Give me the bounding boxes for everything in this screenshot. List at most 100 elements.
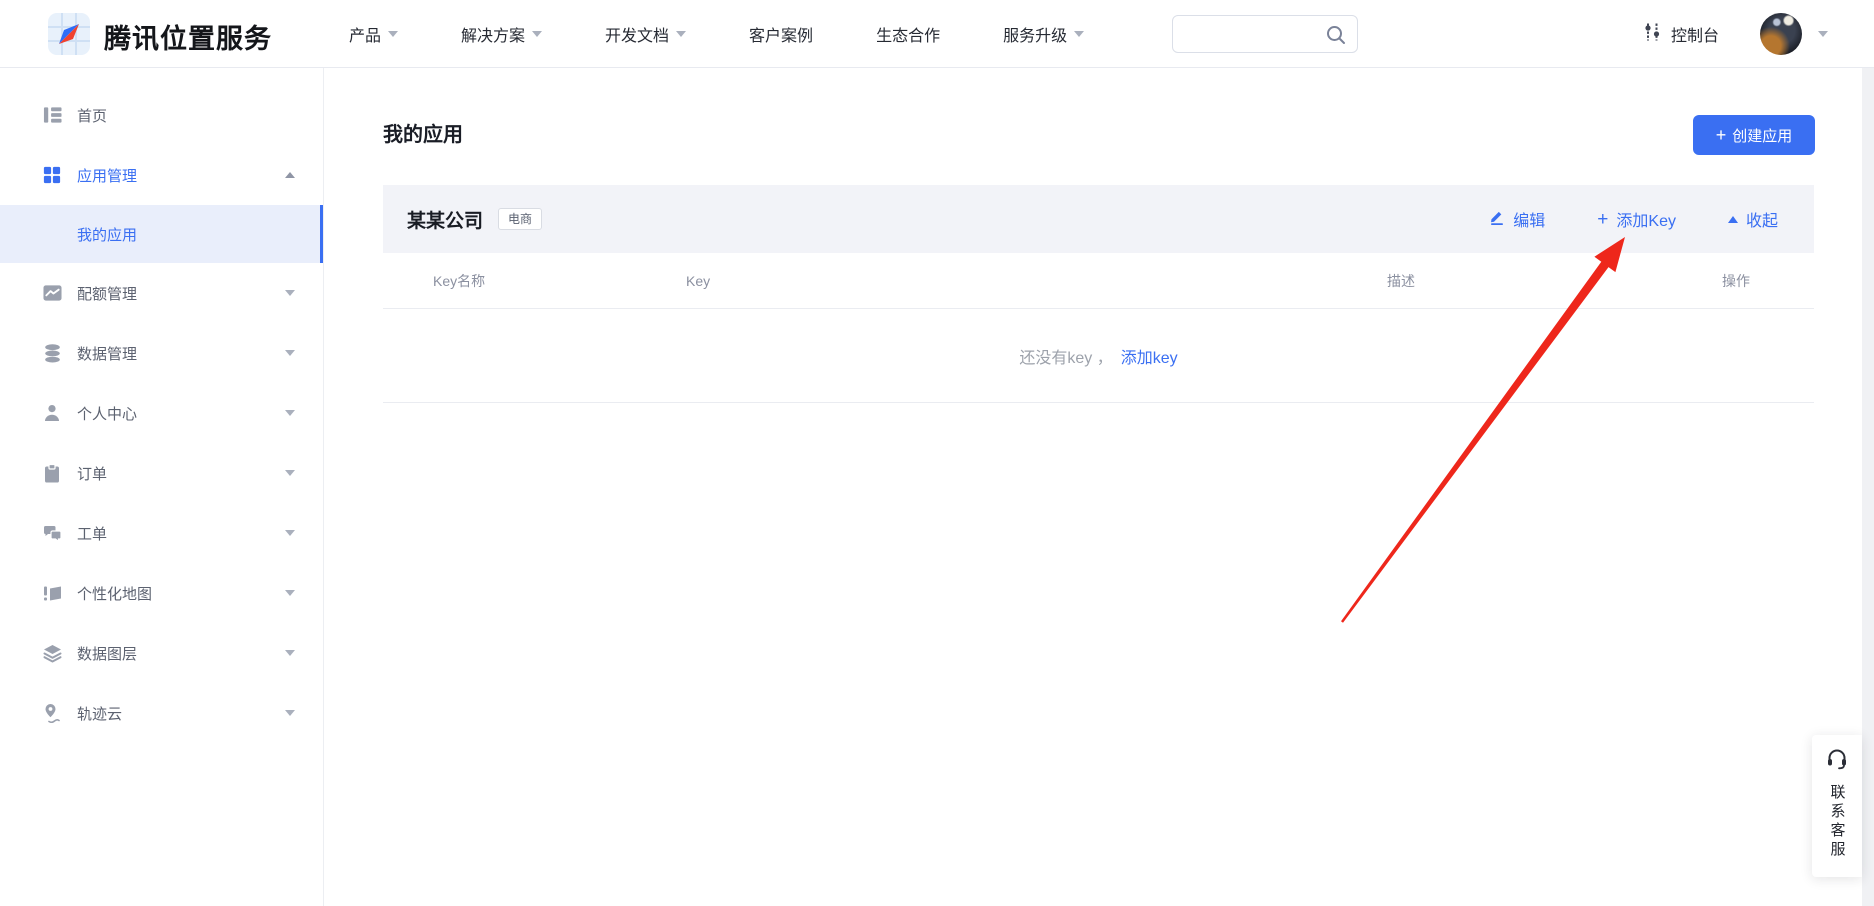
sliders-icon [1643, 22, 1662, 47]
top-navbar: 腾讯位置服务 产品 解决方案 开发文档 客户案例 生态合作 服务升级 [0, 0, 1874, 68]
active-indicator [320, 205, 323, 263]
headset-icon [1825, 747, 1849, 776]
main-content: 我的应用 + 创建应用 某某公司 电商 编辑 [324, 68, 1874, 906]
empty-state-text: 还没有key ， [1019, 344, 1112, 368]
empty-state-row: 还没有key ， 添加key [383, 309, 1814, 403]
contact-service-label: 联系客服 [1827, 784, 1848, 860]
chevron-down-icon[interactable] [285, 290, 295, 296]
chevron-down-icon[interactable] [285, 710, 295, 716]
user-avatar[interactable] [1760, 13, 1802, 55]
chevron-down-icon[interactable] [285, 590, 295, 596]
nav-item-cases[interactable]: 客户案例 [749, 22, 813, 46]
app-card-header: 某某公司 电商 编辑 + 添加Key [383, 185, 1814, 253]
sidebar-item-home[interactable]: 首页 [0, 85, 323, 145]
sidebar-item-data-layers[interactable]: 数据图层 [0, 623, 323, 683]
nav-item-label: 产品 [349, 22, 381, 46]
sidebar-item-data-management[interactable]: 数据管理 [0, 323, 323, 383]
nav-item-label: 服务升级 [1003, 22, 1067, 46]
chevron-down-icon[interactable] [285, 530, 295, 536]
sidebar-item-label: 个性化地图 [77, 583, 152, 604]
sidebar-item-quota[interactable]: 配额管理 [0, 263, 323, 323]
sidebar-item-label: 工单 [77, 523, 107, 544]
add-key-button[interactable]: + 添加Key [1597, 207, 1676, 231]
sidebar-item-label: 数据管理 [77, 343, 137, 364]
sidebar-item-label: 订单 [77, 463, 107, 484]
create-app-button[interactable]: + 创建应用 [1693, 115, 1815, 155]
brand-title[interactable]: 腾讯位置服务 [104, 17, 272, 56]
search-icon[interactable] [1325, 24, 1347, 51]
contact-service-widget[interactable]: 联系客服 [1812, 735, 1862, 877]
sidebar-item-label: 配额管理 [77, 283, 137, 304]
sidebar-item-tickets[interactable]: 工单 [0, 503, 323, 563]
app-card: 某某公司 电商 编辑 + 添加Key [383, 185, 1814, 403]
create-app-label: 创建应用 [1732, 125, 1792, 146]
nav-item-products[interactable]: 产品 [349, 22, 398, 46]
nav-item-service-upgrade[interactable]: 服务升级 [1003, 22, 1084, 46]
nav-menu: 产品 解决方案 开发文档 客户案例 生态合作 服务升级 [349, 0, 1084, 68]
chevron-down-icon [676, 31, 686, 37]
add-key-link[interactable]: 添加key [1121, 344, 1178, 368]
add-key-label: 添加Key [1616, 207, 1676, 231]
nav-item-label: 客户案例 [749, 22, 813, 46]
nav-item-ecosystem[interactable]: 生态合作 [876, 22, 940, 46]
personalized-map-icon [42, 583, 62, 603]
sidebar-item-orders[interactable]: 订单 [0, 443, 323, 503]
chevron-down-icon [532, 31, 542, 37]
nav-item-label: 开发文档 [605, 22, 669, 46]
edit-label: 编辑 [1513, 207, 1545, 231]
database-icon [42, 343, 62, 363]
chevron-down-icon [388, 31, 398, 37]
app-name: 某某公司 [407, 206, 483, 233]
location-pin-icon [42, 703, 62, 723]
chevron-up-icon[interactable] [285, 172, 295, 178]
sidebar: 首页 应用管理 我的应用 [0, 68, 324, 906]
sidebar-item-personal-center[interactable]: 个人中心 [0, 383, 323, 443]
sidebar-subitem-my-apps[interactable]: 我的应用 [0, 205, 323, 263]
plus-icon: + [1716, 126, 1727, 144]
sidebar-item-label: 应用管理 [77, 165, 137, 186]
sidebar-item-track-cloud[interactable]: 轨迹云 [0, 683, 323, 743]
chevron-down-icon[interactable] [285, 650, 295, 656]
chat-bubbles-icon [42, 523, 62, 543]
collapse-label: 收起 [1746, 207, 1778, 231]
sidebar-item-label: 数据图层 [77, 643, 137, 664]
sidebar-item-label: 个人中心 [77, 403, 137, 424]
column-key: Key [686, 253, 710, 309]
search-input[interactable] [1185, 17, 1325, 51]
brand-logo-icon[interactable] [48, 13, 90, 55]
pencil-icon [1489, 209, 1505, 230]
key-table-header: Key名称 Key 描述 操作 [383, 253, 1814, 309]
grid-icon [42, 165, 62, 185]
search-box [1172, 15, 1358, 53]
app-category-tag: 电商 [498, 208, 542, 230]
edit-button[interactable]: 编辑 [1489, 207, 1545, 231]
chevron-down-icon[interactable] [285, 350, 295, 356]
page-title: 我的应用 [383, 118, 463, 147]
nav-item-label: 生态合作 [876, 22, 940, 46]
plus-icon: + [1597, 210, 1608, 229]
avatar-chevron-down-icon[interactable] [1818, 31, 1828, 37]
collapse-button[interactable]: 收起 [1728, 207, 1778, 231]
scrollbar[interactable] [1862, 68, 1874, 906]
home-list-icon [42, 105, 62, 125]
sidebar-item-app-management[interactable]: 应用管理 [0, 145, 323, 205]
chevron-down-icon [1074, 31, 1084, 37]
person-icon [42, 403, 62, 423]
sidebar-item-label: 轨迹云 [77, 703, 122, 724]
chevron-down-icon[interactable] [285, 470, 295, 476]
page: 腾讯位置服务 产品 解决方案 开发文档 客户案例 生态合作 服务升级 [0, 0, 1874, 906]
nav-item-solutions[interactable]: 解决方案 [461, 22, 542, 46]
nav-item-docs[interactable]: 开发文档 [605, 22, 686, 46]
chevron-up-icon [1728, 216, 1738, 223]
column-actions: 操作 [1722, 253, 1750, 309]
sidebar-subitem-label: 我的应用 [77, 224, 137, 245]
column-key-name: Key名称 [433, 253, 485, 309]
console-label: 控制台 [1671, 22, 1719, 46]
sidebar-item-personalized-map[interactable]: 个性化地图 [0, 563, 323, 623]
clipboard-icon [42, 463, 62, 483]
sidebar-item-label: 首页 [77, 105, 107, 126]
chevron-down-icon[interactable] [285, 410, 295, 416]
column-description: 描述 [1387, 253, 1415, 309]
console-link[interactable]: 控制台 [1643, 0, 1719, 68]
app-card-actions: 编辑 + 添加Key 收起 [1489, 207, 1790, 231]
